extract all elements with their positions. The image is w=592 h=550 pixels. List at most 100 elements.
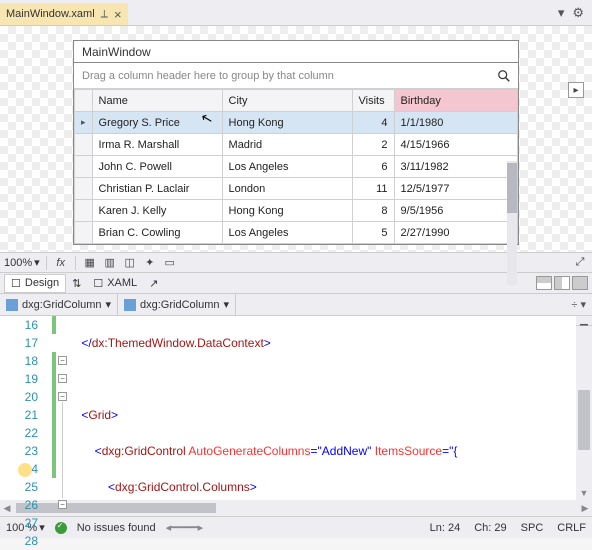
grid-scrollbar[interactable] [507,161,517,285]
cell: London [222,178,352,200]
table-row[interactable]: Brian C. CowlingLos Angeles52/27/1990 [75,222,518,244]
status-bar: 100 % ▾ No issues found ◂━━━━▸ Ln: 24 Ch… [0,516,592,538]
breadcrumb-item[interactable]: dxg:GridColumn▾ [0,294,118,315]
gear-icon[interactable]: ⚙ [572,5,584,21]
column-header-birthday[interactable]: Birthday [394,90,517,112]
grid-control[interactable]: Drag a column header here to group by th… [73,62,519,245]
document-tab-title: MainWindow.xaml [6,8,95,20]
cell: Christian P. Laclair [92,178,222,200]
xaml-breadcrumb: dxg:GridColumn▾ dxg:GridColumn▾ ÷ ▾ [0,294,592,316]
group-panel-hint: Drag a column header here to group by th… [74,70,490,82]
design-tab[interactable]: ☐ Design [4,274,66,293]
table-row[interactable]: Karen J. KellyHong Kong89/5/1956 [75,200,518,222]
cell: Karen J. Kelly [92,200,222,222]
popout-icon[interactable]: ↗ [149,277,158,290]
fold-toggle[interactable]: − [58,392,67,401]
column-header-visits[interactable]: Visits [352,90,394,112]
designer-expand-button[interactable]: ▸ [568,82,584,98]
cell: 12/5/1977 [394,178,517,200]
cell: Los Angeles [222,156,352,178]
scrollbar-thumb[interactable] [578,390,590,450]
split-editor-icon[interactable]: ÷ [571,299,577,311]
issues-label[interactable]: No issues found [77,522,156,534]
cell: 5 [352,222,394,244]
group-panel[interactable]: Drag a column header here to group by th… [74,63,518,89]
data-grid[interactable]: Name City Visits Birthday Gregory S. Pri… [74,89,518,244]
designer-toolbar: 100% ▾ fx ▦ ▥ ◫ ✦ ▭ ⤢ [0,252,592,272]
cell: 4 [352,112,394,134]
chevron-down-icon: ▾ [105,298,111,311]
element-icon [6,299,18,311]
cell: 1/1/1980 [394,112,517,134]
lightbulb-icon[interactable] [18,463,32,477]
fold-toggle[interactable]: − [58,500,67,509]
cell: Los Angeles [222,222,352,244]
close-icon[interactable]: × [114,7,122,22]
layout-icon[interactable]: ◫ [122,255,138,271]
cell: Brian C. Cowling [92,222,222,244]
window-dropdown-icon[interactable]: ▾ [558,5,565,21]
chevron-down-icon: ▾ [34,256,40,269]
chevron-down-icon: ▾ [224,298,230,311]
document-tab[interactable]: MainWindow.xaml ⟂ × [0,3,128,25]
table-row[interactable]: John C. PowellLos Angeles63/11/1982 [75,156,518,178]
cell: Hong Kong [222,200,352,222]
swap-panes-icon[interactable]: ⇅ [72,277,81,290]
cell: 2 [352,134,394,156]
cell: John C. Powell [92,156,222,178]
editor-vertical-scrollbar[interactable]: ▁ ▲ ▼ [576,316,592,500]
header-row: Name City Visits Birthday [75,90,518,112]
cell: 11 [352,178,394,200]
grid-snap-icon[interactable]: ▦ [82,255,98,271]
line-ending-indicator[interactable]: CRLF [557,522,586,534]
table-row[interactable]: Irma R. MarshallMadrid24/15/1966 [75,134,518,156]
expand-icon[interactable]: ⤢ [572,255,588,271]
editor-split-handle[interactable]: ▁ [576,316,592,326]
full-pane-button[interactable] [572,276,588,290]
indent-indicator[interactable]: SPC [521,522,544,534]
horizontal-split-button[interactable] [554,276,570,290]
line-indicator[interactable]: Ln: 24 [430,522,461,534]
scroll-right-icon[interactable]: ▶ [578,503,592,514]
column-header-name[interactable]: Name [92,90,222,112]
pin-icon[interactable]: ⟂ [101,8,108,21]
cell: 6 [352,156,394,178]
preview-window-title: MainWindow [73,40,519,62]
cell: Gregory S. Price [92,112,222,134]
editor-margin: − − − − [46,316,68,500]
code-area[interactable]: </dx:ThemedWindow.DataContext> <Grid> <d… [68,316,576,500]
editor-horizontal-scrollbar[interactable]: ◀ ▶ [0,500,592,516]
cell: 9/5/1956 [394,200,517,222]
scrollbar-thumb[interactable] [16,503,216,513]
char-indicator[interactable]: Ch: 29 [474,522,506,534]
cell: 8 [352,200,394,222]
cell: 3/11/1982 [394,156,517,178]
members-dropdown-icon[interactable]: ▾ [580,299,586,311]
snaplines-icon[interactable]: ▥ [102,255,118,271]
table-row[interactable]: Christian P. LaclairLondon1112/5/1977 [75,178,518,200]
scrollbar-thumb[interactable] [507,163,517,213]
effects-button[interactable]: fx [53,255,69,271]
ok-icon [55,522,67,534]
xaml-designer-surface[interactable]: ▸ MainWindow Drag a column header here t… [0,26,592,252]
search-icon[interactable] [490,69,518,83]
cell: 2/27/1990 [394,222,517,244]
chevron-down-icon: ▾ [39,521,45,534]
preview-window: MainWindow Drag a column header here to … [73,40,519,252]
cell: 4/15/1966 [394,134,517,156]
cell: Madrid [222,134,352,156]
vertical-split-button[interactable] [536,276,552,290]
breadcrumb-item[interactable]: dxg:GridColumn▾ [118,294,236,315]
element-icon [124,299,136,311]
xaml-tab[interactable]: ☐ XAML [87,275,143,292]
sparkle-icon[interactable]: ✦ [142,255,158,271]
zoom-dropdown[interactable]: 100% ▾ [4,256,40,269]
pane-layout-buttons [536,276,588,290]
code-editor[interactable]: 16171819202122232425262728 − − − − </dx:… [0,316,592,500]
table-row[interactable]: Gregory S. Price Hong Kong 4 1/1/1980 [75,112,518,134]
column-header-city[interactable]: City [222,90,352,112]
fold-toggle[interactable]: − [58,356,67,365]
device-icon[interactable]: ▭ [162,255,178,271]
fold-toggle[interactable]: − [58,374,67,383]
scroll-down-icon[interactable]: ▼ [580,486,589,500]
